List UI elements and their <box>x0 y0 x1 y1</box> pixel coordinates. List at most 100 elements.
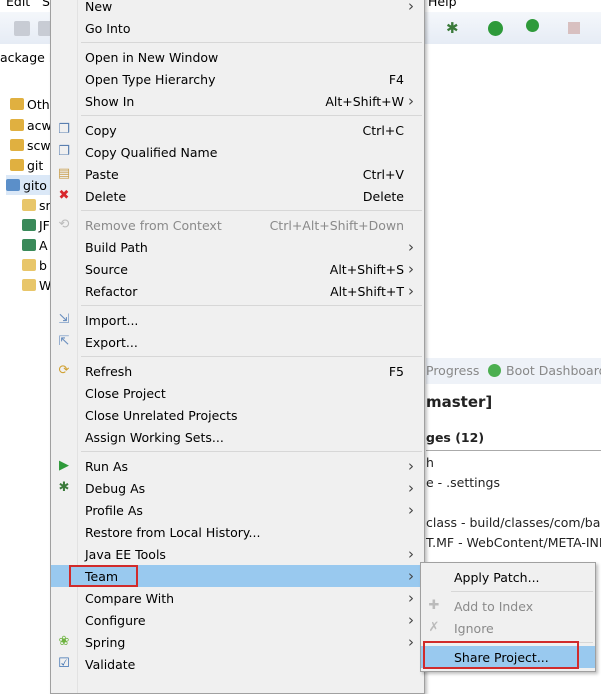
menu-item-label: Open in New Window <box>85 49 219 65</box>
menu-separator <box>51 39 424 46</box>
menu-item-validate[interactable]: ☑ Validate <box>51 653 424 675</box>
add-index-icon: ✚ <box>428 598 440 613</box>
view-tabs: Progress Boot Dashboard <box>426 358 601 384</box>
menu-item-label: Export... <box>85 334 138 350</box>
menu-help[interactable]: Help <box>428 0 457 9</box>
shortcut-label: Ctrl+C <box>362 122 404 138</box>
debug-icon: ✱ <box>58 480 70 495</box>
chevron-right-icon: › <box>408 545 414 563</box>
tree-item[interactable]: b <box>22 255 47 275</box>
menu-item-label: Paste <box>85 166 119 182</box>
shortcut-label: Alt+Shift+S <box>329 261 404 277</box>
refresh-icon: ⟳ <box>58 363 70 378</box>
menu-item-open-type-hierarchy[interactable]: Open Type Hierarchy F4 <box>51 68 424 90</box>
tree-item-label: gito <box>23 177 47 193</box>
tree-item[interactable]: W <box>22 275 51 295</box>
ignore-icon: ✗ <box>428 620 440 635</box>
tree-item[interactable]: JF <box>22 215 50 235</box>
menu-item-label: Restore from Local History... <box>85 524 261 540</box>
delete-icon: ✖ <box>58 188 70 203</box>
project-icon <box>10 98 24 110</box>
menu-item-label: Ignore <box>454 620 494 636</box>
menu-item-profile-as[interactable]: Profile As › <box>51 499 424 521</box>
menu-item-delete[interactable]: ✖ Delete Delete <box>51 185 424 207</box>
project-icon <box>22 239 36 251</box>
menu-item-label: Show In <box>85 93 135 109</box>
export-icon: ⇱ <box>58 334 70 349</box>
copy-qualified-name-icon: ❐ <box>58 144 70 159</box>
menu-item-import[interactable]: ⇲ Import... <box>51 309 424 331</box>
tab-progress[interactable]: Progress <box>426 363 479 378</box>
menu-item-compare-with[interactable]: Compare With › <box>51 587 424 609</box>
menu-item-ignore[interactable]: ✗ Ignore <box>421 617 595 639</box>
stop-icon[interactable] <box>568 22 580 34</box>
menu-separator <box>51 448 424 455</box>
menu-item-configure[interactable]: Configure › <box>51 609 424 631</box>
menu-item-close-project[interactable]: Close Project <box>51 382 424 404</box>
menu-item-open-in-new-window[interactable]: Open in New Window <box>51 46 424 68</box>
menu-item-label: Run As <box>85 458 129 474</box>
menu-item-remove-from-context[interactable]: ⟲ Remove from Context Ctrl+Alt+Shift+Down <box>51 214 424 236</box>
shortcut-label: F4 <box>388 71 404 87</box>
menu-item-label: Open Type Hierarchy <box>85 71 216 87</box>
spring-icon: ❀ <box>58 634 70 649</box>
chevron-right-icon: › <box>408 457 414 475</box>
menu-item-assign-working-sets[interactable]: Assign Working Sets... <box>51 426 424 448</box>
chevron-right-icon: › <box>408 92 414 110</box>
menu-item-export[interactable]: ⇱ Export... <box>51 331 424 353</box>
menu-item-label: Refactor <box>85 283 138 299</box>
shortcut-label: Ctrl+V <box>362 166 404 182</box>
tree-item[interactable]: sr <box>22 195 51 215</box>
menu-item-copy-qualified-name[interactable]: ❐ Copy Qualified Name <box>51 141 424 163</box>
change-item[interactable]: e - .settings <box>426 475 500 490</box>
menu-item-paste[interactable]: ▤ Paste Ctrl+V <box>51 163 424 185</box>
menu-item-restore-from-local-history[interactable]: Restore from Local History... <box>51 521 424 543</box>
tree-item[interactable]: git <box>10 155 43 175</box>
save-icon[interactable] <box>14 21 30 36</box>
menu-item-refresh[interactable]: ⟳ Refresh F5 <box>51 360 424 382</box>
menu-item-refactor[interactable]: Refactor Alt+Shift+T › <box>51 280 424 302</box>
chevron-right-icon: › <box>408 260 414 278</box>
menu-item-go-into[interactable]: Go Into <box>51 17 424 39</box>
tab-boot-dashboard[interactable]: Boot Dashboard <box>506 363 601 378</box>
tree-item-label: A <box>39 237 48 253</box>
tree-item-label: acw <box>27 117 52 133</box>
menu-item-label: Copy Qualified Name <box>85 144 218 160</box>
menu-item-label: Java EE Tools <box>85 546 166 562</box>
run-external-tool-icon[interactable] <box>526 19 539 32</box>
context-menu: New › Go Into Open in New Window Open Type H… <box>50 0 425 694</box>
menu-item-label: Close Unrelated Projects <box>85 407 238 423</box>
run-icon: ▶ <box>59 458 69 473</box>
tree-item[interactable]: A <box>22 235 48 255</box>
menu-item-copy[interactable]: ❐ Copy Ctrl+C <box>51 119 424 141</box>
menu-edit[interactable]: Edit <box>6 0 30 9</box>
staging-title: master] <box>426 393 493 411</box>
menu-item-label: Debug As <box>85 480 146 496</box>
menu-item-apply-patch[interactable]: Apply Patch... <box>421 566 595 588</box>
menu-item-show-in[interactable]: Show In Alt+Shift+W › <box>51 90 424 112</box>
menu-item-source[interactable]: Source Alt+Shift+S › <box>51 258 424 280</box>
debug-icon[interactable]: ✱ <box>446 19 459 37</box>
menu-item-label: Compare With <box>85 590 175 606</box>
menu-separator <box>51 207 424 214</box>
menu-item-new[interactable]: New › <box>51 0 424 17</box>
menu-item-close-unrelated-projects[interactable]: Close Unrelated Projects <box>51 404 424 426</box>
chevron-right-icon: › <box>408 567 414 585</box>
menu-s[interactable]: S <box>42 0 50 9</box>
menu-item-build-path[interactable]: Build Path › <box>51 236 424 258</box>
change-item[interactable]: T.MF - WebContent/META-INF <box>426 535 601 550</box>
menu-item-label: Delete <box>85 188 127 204</box>
shortcut-label: Ctrl+Alt+Shift+Down <box>269 217 404 233</box>
menu-item-label: Copy <box>85 122 117 138</box>
run-icon[interactable] <box>488 21 503 36</box>
menu-item-label: Add to Index <box>454 598 534 614</box>
change-item[interactable]: h <box>426 455 434 470</box>
tree-item[interactable]: acw <box>10 115 52 135</box>
menu-item-add-to-index[interactable]: ✚ Add to Index <box>421 595 595 617</box>
menu-item-run-as[interactable]: ▶ Run As › <box>51 455 424 477</box>
menu-item-spring[interactable]: ❀ Spring › <box>51 631 424 653</box>
menu-item-debug-as[interactable]: ✱ Debug As › <box>51 477 424 499</box>
change-item[interactable]: class - build/classes/com/baid <box>426 515 601 530</box>
menu-item-label: Build Path <box>85 239 148 255</box>
menu-item-java-ee-tools[interactable]: Java EE Tools › <box>51 543 424 565</box>
